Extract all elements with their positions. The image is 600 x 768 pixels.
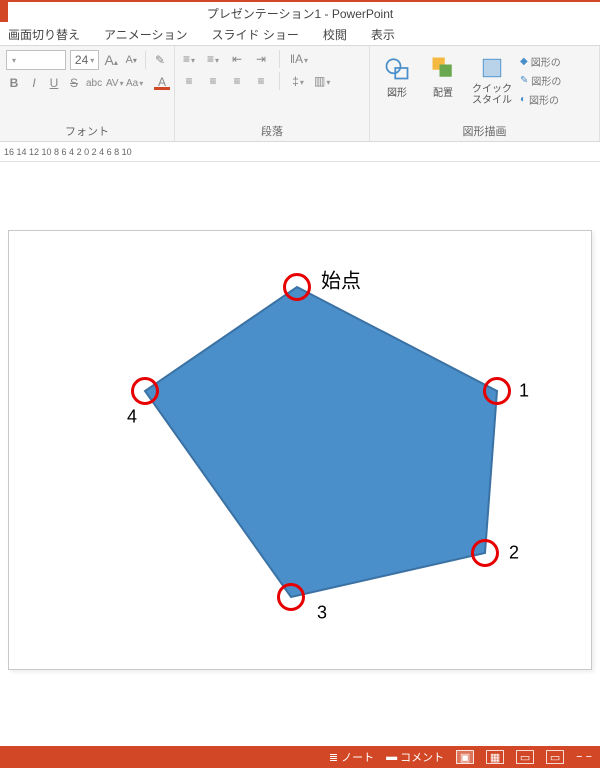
marker-1 (483, 377, 511, 405)
arrange-icon (429, 54, 457, 82)
align-left-button[interactable]: ≡ (181, 74, 197, 88)
text-direction-button[interactable]: ‖A▾ (290, 52, 308, 66)
font-size-combo[interactable]: 24▾ (70, 50, 99, 70)
normal-view-button[interactable]: ▣ (456, 750, 474, 764)
shapes-button[interactable]: 図形 (376, 50, 418, 99)
ribbon: ▾ 24▾ A▴ A▾ ✎ B I U S abc AV▾ Aa▾ A フォント (0, 46, 600, 142)
shape-options: ◆図形の ✎図形の ◐図形の (520, 50, 561, 107)
label-start: 始点 (321, 265, 361, 294)
notes-icon: ≣ (329, 751, 338, 764)
tab-slideshow[interactable]: スライド ショー (212, 26, 299, 43)
columns-button[interactable]: ▥▾ (314, 74, 330, 88)
app-icon (0, 2, 8, 22)
align-right-button[interactable]: ≡ (229, 74, 245, 88)
label-1: 1 (519, 381, 529, 402)
arrange-button[interactable]: 配置 (422, 50, 464, 99)
group-drawing: 図形 配置 クイック スタイル ◆図形の ✎図形の ◐図形の 図形描画 (370, 46, 600, 141)
italic-button[interactable]: I (26, 76, 42, 90)
group-draw-label: 図形描画 (376, 123, 593, 141)
strike-button[interactable]: S (66, 76, 82, 90)
slide-canvas[interactable]: 始点 1 2 3 4 (8, 230, 592, 670)
tab-review[interactable]: 校閲 (323, 26, 347, 43)
shape-effects-button[interactable]: ◐図形の (520, 92, 561, 107)
notes-button[interactable]: ≣ノート (329, 749, 374, 765)
align-center-button[interactable]: ≡ (205, 74, 221, 88)
ribbon-tabs: 画面切り替え アニメーション スライド ショー 校閲 表示 (0, 24, 600, 46)
grow-font-button[interactable]: A▴ (103, 52, 119, 68)
window-title: プレゼンテーション1 - PowerPoint (207, 5, 393, 22)
group-font-label: フォント (6, 123, 168, 141)
label-2: 2 (509, 543, 519, 564)
slide-workspace: 始点 1 2 3 4 (0, 164, 600, 746)
numbering-button[interactable]: ≡▾ (205, 52, 221, 66)
bullets-button[interactable]: ≡▾ (181, 52, 197, 66)
shadow-button[interactable]: abc (86, 78, 102, 89)
label-4: 4 (127, 407, 137, 428)
status-bar: ≣ノート ▬コメント ▣ ▦ ▭ ▭ − − (0, 746, 600, 768)
group-font: ▾ 24▾ A▴ A▾ ✎ B I U S abc AV▾ Aa▾ A フォント (0, 46, 175, 141)
group-para-label: 段落 (181, 123, 363, 141)
sorter-view-button[interactable]: ▦ (486, 750, 504, 764)
slideshow-view-button[interactable]: ▭ (546, 750, 564, 764)
indent-inc-button[interactable]: ⇥ (253, 52, 269, 66)
tab-view[interactable]: 表示 (371, 26, 395, 43)
group-paragraph: ≡▾ ≡▾ ⇤ ⇥ ‖A▾ ≡ ≡ ≡ ≡ ‡▾ ▥▾ 段落 (175, 46, 370, 141)
shape-fill-button[interactable]: ◆図形の (520, 54, 561, 69)
shrink-font-button[interactable]: A▾ (123, 54, 139, 66)
indent-dec-button[interactable]: ⇤ (229, 52, 245, 66)
align-justify-button[interactable]: ≡ (253, 74, 269, 88)
font-color-button[interactable]: A (154, 77, 170, 90)
quickstyle-button[interactable]: クイック スタイル (468, 50, 516, 106)
font-name-combo[interactable]: ▾ (6, 50, 66, 70)
tab-transitions[interactable]: 画面切り替え (8, 26, 80, 43)
quickstyle-icon (478, 54, 506, 82)
tab-animations[interactable]: アニメーション (104, 26, 188, 43)
clear-format-button[interactable]: ✎ (152, 53, 168, 67)
zoom-out-button[interactable]: − − (576, 751, 592, 763)
marker-4 (131, 377, 159, 405)
marker-2 (471, 539, 499, 567)
horizontal-ruler: 16 14 12 10 8 6 4 2 0 2 4 6 8 10 (0, 142, 600, 162)
reading-view-button[interactable]: ▭ (516, 750, 534, 764)
case-button[interactable]: Aa▾ (126, 78, 142, 89)
spacing-button[interactable]: AV▾ (106, 78, 122, 89)
title-bar: プレゼンテーション1 - PowerPoint (0, 0, 600, 24)
marker-3 (277, 583, 305, 611)
marker-start (283, 273, 311, 301)
bold-button[interactable]: B (6, 76, 22, 90)
shape-outline-button[interactable]: ✎図形の (520, 73, 561, 88)
comment-icon: ▬ (386, 751, 397, 763)
label-3: 3 (317, 603, 327, 624)
comments-button[interactable]: ▬コメント (386, 749, 444, 765)
line-spacing-button[interactable]: ‡▾ (290, 74, 306, 88)
shapes-icon (383, 54, 411, 82)
underline-button[interactable]: U (46, 76, 62, 90)
